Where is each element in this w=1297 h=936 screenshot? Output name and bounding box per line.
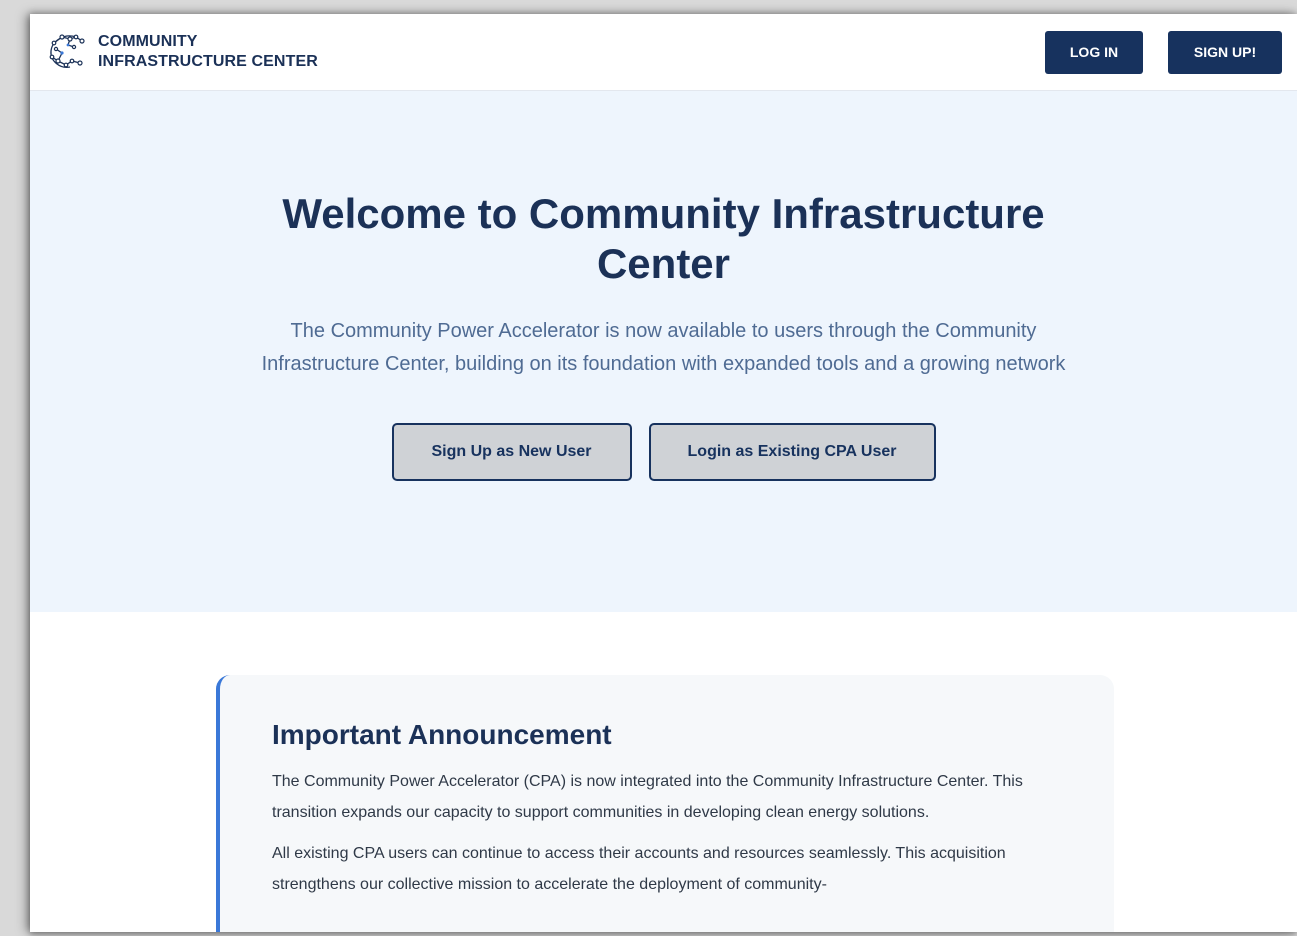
brand-name: COMMUNITY INFRASTRUCTURE CENTER	[98, 32, 318, 72]
brand-line-1: COMMUNITY	[98, 33, 198, 50]
hero-section: Welcome to Community Infrastructure Cent…	[30, 91, 1297, 612]
announcement-paragraph-2: All existing CPA users can continue to a…	[272, 845, 1006, 893]
announcement-card: Important Announcement The Community Pow…	[216, 675, 1114, 932]
browser-page: COMMUNITY INFRASTRUCTURE CENTER LOG IN S…	[30, 14, 1297, 932]
sign-up-new-user-button[interactable]: Sign Up as New User	[391, 423, 632, 481]
hero-actions: Sign Up as New User Login as Existing CP…	[30, 423, 1297, 481]
announcement-paragraph-1: The Community Power Accelerator (CPA) is…	[272, 773, 1023, 821]
site-header: COMMUNITY INFRASTRUCTURE CENTER LOG IN S…	[30, 14, 1297, 91]
hero-title: Welcome to Community Infrastructure Cent…	[282, 190, 1045, 287]
network-logo-icon	[49, 34, 85, 68]
hero-subtitle: The Community Power Accelerator is now a…	[261, 320, 1066, 375]
log-in-button[interactable]: LOG IN	[1045, 30, 1143, 74]
login-existing-cpa-user-button[interactable]: Login as Existing CPA User	[648, 423, 936, 481]
sign-up-button[interactable]: SIGN UP!	[1168, 30, 1282, 74]
header-actions: LOG IN SIGN UP!	[1045, 30, 1282, 74]
brand-logo-link[interactable]: COMMUNITY INFRASTRUCTURE CENTER	[46, 31, 318, 73]
announcement-title: Important Announcement	[272, 719, 612, 750]
brand-line-2: INFRASTRUCTURE CENTER	[98, 53, 318, 70]
